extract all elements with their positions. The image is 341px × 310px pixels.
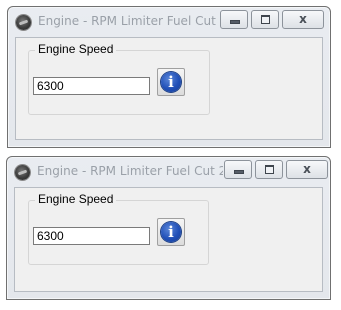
close-button[interactable]: x [282, 10, 324, 29]
close-icon: x [303, 162, 311, 176]
engine-speed-group: Engine Speed 6300 i [28, 192, 209, 265]
window-rpm-limiter-fuel-cut-2[interactable]: Engine - RPM Limiter Fuel Cut 2 ... x En… [6, 156, 331, 300]
maximize-button[interactable] [255, 160, 283, 179]
group-label: Engine Speed [35, 192, 117, 206]
info-icon: i [161, 222, 181, 242]
title-bar[interactable]: Engine - RPM Limiter Fuel Cut ... x [8, 7, 330, 37]
info-button[interactable]: i [157, 68, 185, 96]
minimize-button[interactable] [224, 160, 252, 179]
info-button[interactable]: i [157, 218, 185, 246]
maximize-icon [265, 165, 274, 174]
group-label: Engine Speed [35, 42, 117, 56]
client-area: Engine Speed 6300 i [14, 187, 323, 292]
close-icon: x [299, 12, 307, 26]
window-title: Engine - RPM Limiter Fuel Cut 2 ... [37, 164, 223, 178]
window-title: Engine - RPM Limiter Fuel Cut ... [38, 14, 218, 28]
engine-speed-input[interactable]: 6300 [33, 227, 150, 245]
info-glyph: i [168, 223, 174, 241]
minimize-button[interactable] [220, 10, 248, 29]
close-button[interactable]: x [286, 160, 328, 179]
engine-speed-group: Engine Speed 6300 i [28, 42, 210, 115]
caption-buttons: x [220, 10, 324, 29]
caption-buttons: x [224, 160, 328, 179]
engine-app-icon[interactable] [15, 165, 30, 180]
minimize-icon [234, 170, 244, 174]
window-rpm-limiter-fuel-cut[interactable]: Engine - RPM Limiter Fuel Cut ... x Engi… [7, 6, 331, 148]
maximize-button[interactable] [251, 10, 279, 29]
info-icon: i [161, 72, 181, 92]
maximize-icon [261, 15, 270, 24]
client-area: Engine Speed 6300 i [15, 37, 323, 140]
title-bar[interactable]: Engine - RPM Limiter Fuel Cut 2 ... x [7, 157, 330, 187]
info-glyph: i [168, 73, 174, 91]
engine-speed-input[interactable]: 6300 [33, 77, 150, 95]
minimize-icon [230, 20, 240, 24]
engine-app-icon[interactable] [16, 15, 31, 30]
